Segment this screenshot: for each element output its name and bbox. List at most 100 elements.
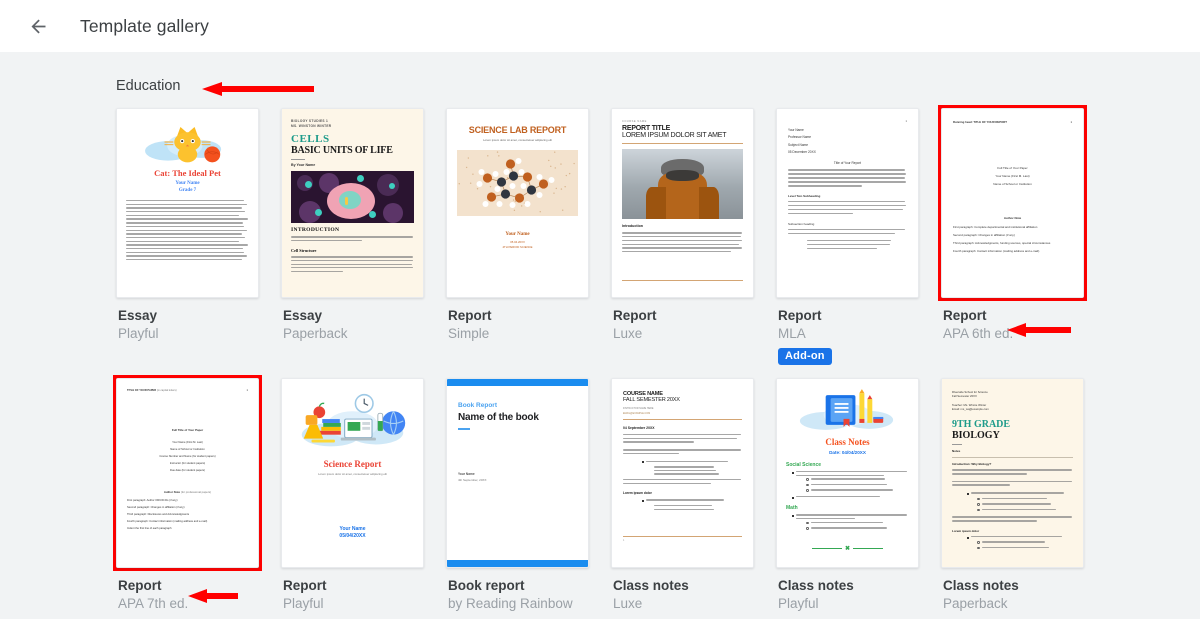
template-meta: Report MLA Add-on xyxy=(776,298,919,365)
template-thumbnail-wrap[interactable]: SCIENCE LAB REPORT Lorem ipsum dolor sit… xyxy=(446,108,589,298)
template-name: Report xyxy=(448,307,587,324)
template-meta: Report Playful xyxy=(281,568,424,613)
preview-section-heading: Level Two Subheading xyxy=(788,194,907,198)
template-variant: Playful xyxy=(778,594,819,613)
template-thumbnail-class-notes-playful[interactable]: Class Notes Date: 04/04/20XX Social Scie… xyxy=(776,378,919,568)
preview-running-head-note: (in capital letters) xyxy=(157,389,177,392)
template-thumbnail-report-apa-7[interactable]: TITLE OF YOUR PAPER (in capital letters)… xyxy=(116,378,259,568)
preview-author-note-line: Third paragraph: Acknowledgments, fundin… xyxy=(953,241,1072,245)
template-variant: Luxe xyxy=(613,594,642,613)
preview-author-note-line: First paragraph: Complete departmental a… xyxy=(953,225,1072,229)
template-thumbnail-report-simple[interactable]: SCIENCE LAB REPORT Lorem ipsum dolor sit… xyxy=(446,108,589,298)
preview-section-heading: Lorem ipsum dolor xyxy=(623,491,742,495)
template-thumbnail-report-luxe[interactable]: COURSE NAME REPORT TITLE LOREM IPSUM DOL… xyxy=(611,108,754,298)
section-title-education: Education xyxy=(116,78,181,94)
template-thumbnail-essay-playful[interactable]: Cat: The Ideal Pet Your Name Grade 7 xyxy=(116,108,259,298)
preview-heading-2: Cell Structure xyxy=(291,248,414,253)
template-name: Report xyxy=(613,307,752,324)
template-name: Essay xyxy=(283,307,422,324)
preview-author-note-sub: (for professional papers) xyxy=(181,490,211,494)
template-thumbnail-wrap[interactable]: Running head: TITLE OF YOUR REPORT 1 Ful… xyxy=(941,108,1084,298)
preview-meta-1: INSTRUCTOR NAME HERE xyxy=(623,407,742,410)
template-thumbnail-class-notes-luxe[interactable]: COURSE NAME FALL SEMESTER 20XX INSTRUCTO… xyxy=(611,378,754,568)
preview-title-line: Your Name (First M. Last) xyxy=(127,441,248,444)
template-meta: Book report by Reading Rainbow xyxy=(446,568,589,613)
template-variant: by Reading Rainbow xyxy=(448,594,573,613)
template-thumbnail-wrap[interactable]: Class Notes Date: 04/04/20XX Social Scie… xyxy=(776,378,919,568)
preview-title-line: Name of School or Institution xyxy=(953,182,1072,186)
template-thumbnail-wrap[interactable]: Book Report Name of the book Your Name 4… xyxy=(446,378,589,568)
template-name: Essay xyxy=(118,307,257,324)
preview-author-note-line: Third paragraph: Disclosures and Acknowl… xyxy=(127,513,248,516)
preview-kicker: BIOLOGY STUDIES 1 MS. WINSTON WINTER xyxy=(291,119,414,128)
template-variant: MLA xyxy=(778,324,806,343)
preview-title-line: Full Title of Your Paper xyxy=(953,166,1072,170)
preview-meta-2: EMAIL@EXAMPLE.COM xyxy=(623,412,742,415)
template-card-report-simple[interactable]: SCIENCE LAB REPORT Lorem ipsum dolor sit… xyxy=(446,108,589,365)
back-button[interactable] xyxy=(18,6,58,46)
template-thumbnail-class-notes-paperback[interactable]: Riverside School for Science Fall Semest… xyxy=(941,378,1084,568)
template-thumbnail-report-playful[interactable]: Science Report Lorem ipsum dolor sit ame… xyxy=(281,378,424,568)
template-name: Class notes xyxy=(778,577,917,594)
template-thumbnail-wrap[interactable]: BIOLOGY STUDIES 1 MS. WINSTON WINTER CELL… xyxy=(281,108,424,298)
template-card-class-notes-paperback[interactable]: Riverside School for Science Fall Semest… xyxy=(941,378,1084,613)
preview-author-note-line: Second paragraph: Changes in affiliation… xyxy=(127,506,248,509)
preview-footer-period: 4TH PERIOD SCIENCE xyxy=(457,245,578,249)
preview-title: CELLS xyxy=(291,133,414,145)
page-title: Template gallery xyxy=(80,16,209,37)
preview-byline: By Your Name xyxy=(291,163,414,167)
preview-bottom-bar xyxy=(447,560,588,567)
template-thumbnail-report-apa-6[interactable]: Running head: TITLE OF YOUR REPORT 1 Ful… xyxy=(941,108,1084,298)
addon-badge: Add-on xyxy=(778,348,832,365)
preview-page-number: 1 xyxy=(247,389,248,392)
template-card-report-apa-7[interactable]: TITLE OF YOUR PAPER (in capital letters)… xyxy=(116,378,259,613)
template-meta: Report APA 7th ed. xyxy=(116,568,259,613)
preview-title: Name of the book xyxy=(458,412,577,423)
template-thumbnail-wrap[interactable]: COURSE NAME FALL SEMESTER 20XX INSTRUCTO… xyxy=(611,378,754,568)
template-card-essay-playful[interactable]: Cat: The Ideal Pet Your Name Grade 7 Essa… xyxy=(116,108,259,365)
template-card-report-apa-6[interactable]: Running head: TITLE OF YOUR REPORT 1 Ful… xyxy=(941,108,1084,365)
preview-author-note-line: Indent the first line of each paragraph xyxy=(127,527,248,530)
preview-kicker: COURSE NAME xyxy=(622,120,743,123)
template-thumbnail-wrap[interactable]: 1 Your Name Professor Name Subject Name 05 … xyxy=(776,108,919,298)
preview-heading: Introduction xyxy=(622,224,743,228)
template-thumbnail-wrap[interactable]: Cat: The Ideal Pet Your Name Grade 7 xyxy=(116,108,259,298)
preview-author-note-line: Fourth paragraph: Contact information (m… xyxy=(127,520,248,523)
preview-author-note-line: Second paragraph: Changes in affiliation… xyxy=(953,233,1072,237)
template-card-report-playful[interactable]: Science Report Lorem ipsum dolor sit ame… xyxy=(281,378,424,613)
template-card-report-luxe[interactable]: COURSE NAME REPORT TITLE LOREM IPSUM DOL… xyxy=(611,108,754,365)
preview-header-line: Your Name xyxy=(788,128,907,132)
template-name: Report xyxy=(118,577,257,594)
preview-section-1: Social Science xyxy=(786,462,909,468)
template-variant: Paperback xyxy=(283,324,348,343)
template-thumbnail-wrap[interactable]: Science Report Lorem ipsum dolor sit ame… xyxy=(281,378,424,568)
preview-heading-1: INTRODUCTION xyxy=(291,227,414,233)
template-card-book-report-reading-rainbow[interactable]: Book Report Name of the book Your Name 4… xyxy=(446,378,589,613)
preview-header-line: 05 December 20XX xyxy=(788,150,907,154)
template-thumbnail-report-mla[interactable]: 1 Your Name Professor Name Subject Name 05 … xyxy=(776,108,919,298)
top-app-bar: Template gallery xyxy=(0,0,1200,52)
template-thumbnail-wrap[interactable]: TITLE OF YOUR PAPER (in capital letters)… xyxy=(116,378,259,568)
template-thumbnail-essay-paperback[interactable]: BIOLOGY STUDIES 1 MS. WINSTON WINTER CELL… xyxy=(281,108,424,298)
template-card-report-mla[interactable]: 1 Your Name Professor Name Subject Name 05 … xyxy=(776,108,919,365)
template-variant: Paperback xyxy=(943,594,1008,613)
preview-title-line: Due date (for student papers) xyxy=(127,469,248,472)
template-thumbnail-book-report-reading-rainbow[interactable]: Book Report Name of the book Your Name 4… xyxy=(446,378,589,568)
template-card-essay-paperback[interactable]: BIOLOGY STUDIES 1 MS. WINSTON WINTER CELL… xyxy=(281,108,424,365)
template-gallery: Education Cat: The Ideal Pet Your Name G… xyxy=(0,52,1200,619)
template-meta: Class notes Luxe xyxy=(611,568,754,613)
preview-title-line: Course Number and Name (for student pape… xyxy=(127,455,248,458)
template-meta: Report Simple xyxy=(446,298,589,343)
template-card-class-notes-luxe[interactable]: COURSE NAME FALL SEMESTER 20XX INSTRUCTO… xyxy=(611,378,754,613)
template-thumbnail-wrap[interactable]: COURSE NAME REPORT TITLE LOREM IPSUM DOL… xyxy=(611,108,754,298)
template-thumbnail-wrap[interactable]: Riverside School for Science Fall Semest… xyxy=(941,378,1084,568)
template-card-class-notes-playful[interactable]: Class Notes Date: 04/04/20XX Social Scie… xyxy=(776,378,919,613)
preview-date: Date: 04/04/20XX xyxy=(786,450,909,455)
preview-page-number: 1 xyxy=(1070,120,1072,124)
person-in-orange-jacket-photo xyxy=(622,149,743,219)
preview-title: REPORT TITLE xyxy=(622,125,743,132)
school-supplies-globe-laptop-icon xyxy=(292,391,413,453)
template-variant: Playful xyxy=(118,324,159,343)
preview-title: Science Report xyxy=(292,459,413,469)
preview-subtitle: LOREM IPSUM DOLOR SIT AMET xyxy=(622,132,743,139)
